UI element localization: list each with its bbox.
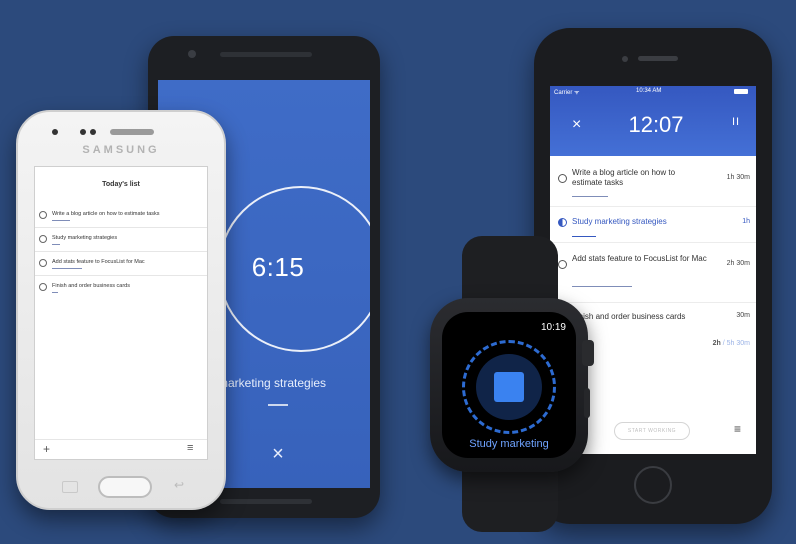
digital-crown[interactable] [582, 340, 594, 366]
task-label: Write a blog article on how to estimate … [572, 168, 676, 187]
camera-icon [52, 129, 58, 135]
samsung-phone: SAMSUNG Today's list Write a blog articl… [16, 110, 226, 510]
task-duration: 1h [742, 218, 750, 225]
estimate-bar [52, 220, 70, 221]
close-icon[interactable]: × [572, 116, 581, 134]
list-item[interactable]: Finish and order business cards [35, 275, 207, 299]
watch-time: 10:19 [540, 322, 566, 333]
checkbox-circle[interactable] [558, 174, 567, 183]
timer-display: 6:15 [251, 252, 305, 282]
status-time: 10:34 AM [636, 88, 662, 94]
brand-logo: SAMSUNG [82, 144, 160, 156]
menu-icon[interactable]: ≡ [187, 442, 193, 454]
speaker-grille [220, 52, 312, 57]
task-duration: 30m [736, 312, 750, 319]
task-duration: 2h 30m [726, 260, 750, 267]
timer-display: 12:07 [628, 112, 684, 137]
watch-task-label: Study marketing [469, 438, 549, 450]
battery-icon [734, 89, 748, 94]
estimate-bar [52, 244, 60, 245]
bottom-toolbar: + ≡ [35, 439, 207, 460]
checkbox-circle[interactable] [558, 260, 567, 269]
add-icon[interactable]: + [43, 442, 50, 456]
item-label: Add stats feature to FocusList for Mac [52, 259, 145, 265]
estimate-bar [572, 286, 632, 287]
task-duration: 1h 30m [726, 174, 750, 181]
apple-watch: 10:19 Study marketing [430, 298, 594, 472]
stop-icon[interactable] [494, 372, 524, 402]
task-label: Add stats feature to FocusList for Mac [572, 254, 707, 263]
sensor-icon [90, 129, 96, 135]
list-title: Today's list [102, 181, 140, 188]
checkbox-circle[interactable] [39, 235, 47, 243]
watch-screen: 10:19 Study marketing [442, 312, 576, 458]
progress-circle-icon[interactable] [558, 218, 567, 227]
item-label: Finish and order business cards [52, 283, 130, 289]
carrier-label: Carrier ᯤ [554, 90, 580, 96]
menu-key[interactable] [62, 481, 78, 493]
task-row[interactable]: Write a blog article on how to estimate … [550, 156, 756, 207]
item-label: Study marketing strategies [52, 235, 118, 241]
home-button[interactable] [634, 466, 672, 504]
watch-strap-bottom [462, 466, 558, 532]
checkbox-circle[interactable] [39, 211, 47, 219]
item-label: Write a blog article on how to estimate … [52, 211, 160, 217]
sensor-icon [80, 129, 86, 135]
current-task-label: marketing strategies [218, 376, 327, 390]
estimate-bar [572, 236, 596, 237]
task-row-active[interactable]: Study marketing strategies 1h [550, 206, 756, 243]
back-key-icon[interactable]: ↩ [174, 478, 184, 492]
front-camera [188, 50, 196, 58]
task-label: Study marketing strategies [572, 217, 667, 226]
samsung-screen: Today's list Write a blog article on how… [34, 166, 208, 460]
checkbox-circle[interactable] [39, 283, 47, 291]
speaker-grille-bottom [220, 499, 312, 504]
watch-strap-top [462, 236, 558, 306]
estimate-bar [572, 196, 608, 197]
progress-dash [268, 404, 288, 406]
checkbox-circle[interactable] [39, 259, 47, 267]
close-icon[interactable]: × [266, 442, 290, 466]
estimate-bar [52, 292, 58, 293]
start-working-button[interactable]: START WORKING [614, 422, 690, 440]
pause-icon[interactable]: II [732, 116, 740, 128]
front-camera [622, 56, 628, 62]
estimate-bar [52, 268, 82, 269]
speaker-grille [110, 129, 154, 135]
list-item[interactable]: Add stats feature to FocusList for Mac [35, 251, 207, 276]
side-button[interactable] [584, 388, 590, 418]
task-label: Finish and order business cards [572, 312, 686, 321]
list-item[interactable]: Study marketing strategies [35, 227, 207, 252]
list-item[interactable]: Write a blog article on how to estimate … [35, 203, 207, 228]
total-time: 2h / 5h 30m [712, 340, 750, 347]
home-button[interactable] [98, 476, 152, 498]
speaker-grille [638, 56, 678, 61]
timer-header: Carrier ᯤ 10:34 AM × 12:07 II [550, 86, 756, 156]
menu-icon[interactable]: ≡ [734, 422, 741, 436]
task-row[interactable]: Add stats feature to FocusList for Mac 2… [550, 242, 756, 303]
